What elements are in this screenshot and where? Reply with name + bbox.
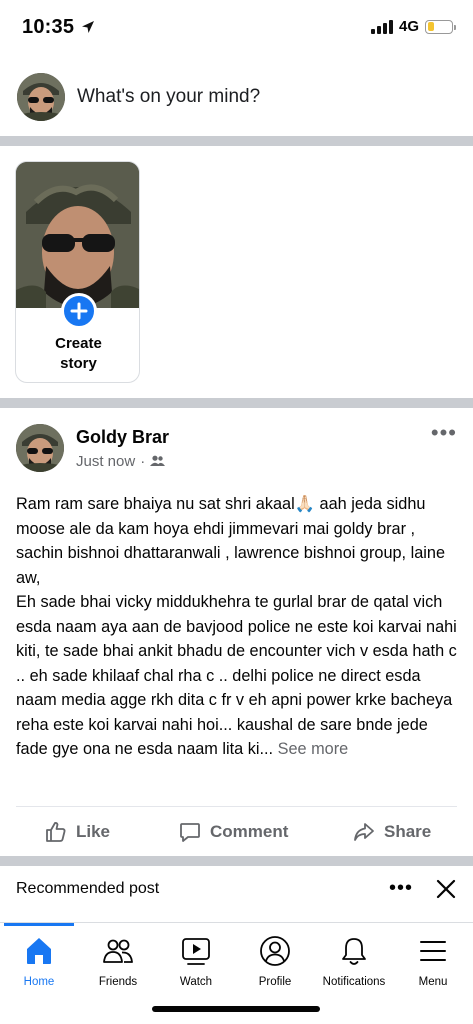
- create-story-card[interactable]: Create story: [15, 161, 140, 383]
- nav-friends-label: Friends: [98, 976, 138, 988]
- section-divider: [0, 856, 473, 866]
- watch-icon: [182, 938, 210, 965]
- friends-audience-icon[interactable]: [150, 455, 166, 467]
- see-more-link[interactable]: See more: [278, 740, 349, 758]
- post-text: Ram ram sare bhaiya nu sat shri akaal🙏🏻 …: [16, 492, 461, 762]
- stories-tray: Create story: [0, 146, 473, 398]
- create-story-line1: Create: [55, 335, 102, 352]
- nav-friends[interactable]: Friends: [79, 935, 157, 988]
- add-story-icon[interactable]: [61, 293, 97, 329]
- like-button[interactable]: Like: [44, 820, 110, 844]
- close-icon[interactable]: [435, 878, 457, 900]
- status-bar: 10:35 4G: [0, 0, 473, 58]
- meta-separator: ·: [140, 452, 146, 470]
- post-paragraph-1: Ram ram sare bhaiya nu sat shri akaal🙏🏻 …: [16, 495, 446, 587]
- signal-bars-icon: [370, 19, 393, 34]
- menu-icon: [420, 941, 446, 961]
- post-divider: [16, 806, 457, 807]
- create-story-line2: story: [60, 355, 97, 372]
- profile-photo: [17, 73, 65, 121]
- nav-menu-label: Menu: [418, 976, 448, 988]
- composer-placeholder[interactable]: What's on your mind?: [77, 86, 260, 108]
- status-time: 10:35: [22, 16, 75, 38]
- nav-watch[interactable]: Watch: [157, 935, 235, 988]
- author-avatar[interactable]: [16, 424, 64, 472]
- nav-watch-label: Watch: [179, 976, 213, 988]
- nav-home[interactable]: Home: [0, 935, 78, 988]
- nav-profile-label: Profile: [258, 976, 292, 988]
- like-label: Like: [76, 822, 111, 841]
- network-type: 4G: [398, 18, 419, 35]
- post-actions: Like Comment Share: [0, 814, 473, 854]
- recommended-title: Recommended post: [16, 880, 160, 897]
- story-photo: [16, 162, 139, 308]
- post-paragraph-2-text: Eh sade bhai vicky middukhehra te gurlal…: [16, 593, 457, 758]
- battery-icon: [425, 19, 456, 34]
- profile-icon: [260, 936, 290, 966]
- active-tab-indicator: [4, 923, 74, 926]
- post-timestamp: Just now ·: [76, 453, 169, 470]
- feed-post: Goldy Brar Just now · ••• Ram ram sare b…: [0, 408, 473, 856]
- nav-menu[interactable]: Menu: [394, 935, 472, 988]
- post-header: Goldy Brar Just now ·: [16, 424, 169, 472]
- comment-bubble-icon: [180, 823, 200, 842]
- thumbs-up-icon: [46, 822, 66, 842]
- section-divider: [0, 398, 473, 408]
- share-arrow-icon: [354, 823, 374, 841]
- author-photo: [16, 424, 64, 472]
- post-composer[interactable]: What's on your mind?: [0, 58, 473, 136]
- share-label: Share: [384, 822, 432, 841]
- section-divider: [0, 136, 473, 146]
- share-button[interactable]: Share: [352, 820, 431, 844]
- bell-icon: [342, 938, 366, 965]
- nav-notifications-label: Notifications: [322, 976, 386, 988]
- create-story-label: Create story: [16, 334, 139, 374]
- post-options-icon[interactable]: •••: [431, 422, 457, 444]
- nav-notifications[interactable]: Notifications: [311, 935, 397, 988]
- nav-profile[interactable]: Profile: [236, 935, 314, 988]
- nav-home-label: Home: [23, 976, 55, 988]
- recommended-options-icon[interactable]: •••: [389, 878, 413, 898]
- post-author-name[interactable]: Goldy Brar: [76, 427, 169, 448]
- comment-label: Comment: [210, 822, 289, 841]
- post-paragraph-2: Eh sade bhai vicky middukhehra te gurlal…: [16, 590, 461, 762]
- location-arrow-icon: [82, 21, 94, 33]
- recommended-post-header: Recommended post •••: [0, 866, 473, 914]
- home-icon: [27, 938, 51, 964]
- post-time-text[interactable]: Just now: [76, 453, 135, 470]
- friends-icon: [103, 939, 133, 963]
- comment-button[interactable]: Comment: [178, 820, 288, 844]
- home-indicator: [152, 1006, 320, 1012]
- user-avatar[interactable]: [17, 73, 65, 121]
